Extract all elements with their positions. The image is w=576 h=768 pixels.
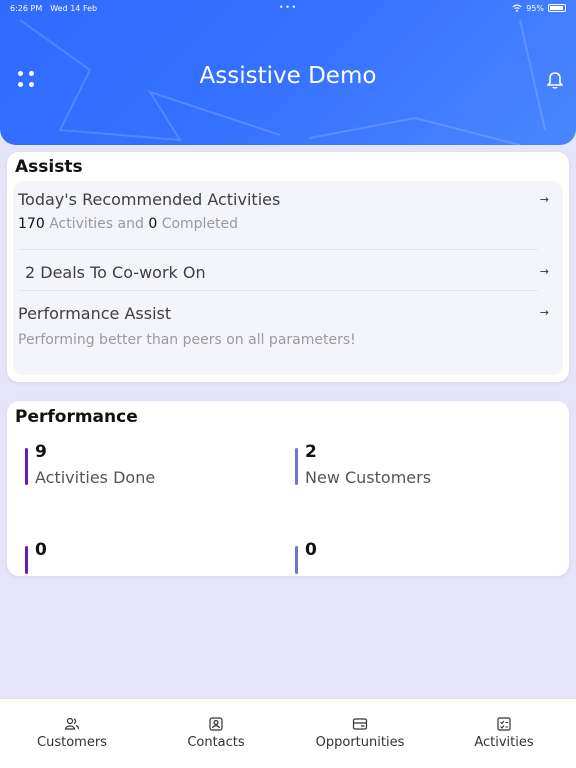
metric-indicator [25, 448, 28, 485]
performance-assist-title: Performance Assist [18, 304, 172, 323]
recommended-activities-row[interactable]: Today's Recommended Activities → 170 Act… [13, 181, 563, 241]
completed-text: Completed [161, 216, 239, 232]
assists-panel: Today's Recommended Activities → 170 Act… [13, 181, 563, 375]
tab-label: Opportunities [315, 735, 405, 750]
recommended-activities-title: Today's Recommended Activities [18, 190, 281, 209]
page-title: Assistive Demo [199, 63, 377, 89]
bottom-tab-bar: Customers Contacts Opportunities Activit… [0, 698, 576, 768]
performance-assist-row[interactable]: Performance Assist → Performing better t… [13, 294, 563, 364]
opportunities-icon [352, 718, 368, 730]
multitasking-dots-icon[interactable]: ••• [279, 3, 298, 13]
tab-opportunities[interactable]: Opportunities [288, 699, 432, 768]
tab-activities[interactable]: Activities [432, 699, 576, 768]
tab-customers[interactable]: Customers [0, 699, 144, 768]
bell-icon[interactable] [547, 71, 563, 89]
assists-card: Assists Today's Recommended Activities →… [7, 152, 569, 382]
performance-title: Performance [15, 407, 138, 427]
app-header: Assistive Demo [0, 0, 576, 145]
status-time: 6:26 PM [10, 3, 43, 13]
contacts-icon [209, 717, 223, 731]
battery-icon [548, 4, 566, 12]
divider [18, 249, 538, 250]
tab-label: Activities [474, 735, 534, 750]
metric-indicator [25, 546, 28, 574]
metric-value: 0 [35, 540, 47, 560]
activities-text: Activities and [49, 216, 144, 232]
status-date: Wed 14 Feb [50, 3, 98, 13]
assists-title: Assists [15, 157, 83, 177]
cowork-deals-row[interactable]: 2 Deals To Co-work On → [13, 253, 563, 291]
arrow-right-icon[interactable]: → [540, 265, 549, 278]
tab-label: Customers [37, 735, 107, 750]
metric-value: 0 [305, 540, 317, 560]
divider [18, 290, 538, 291]
arrow-right-icon[interactable]: → [540, 306, 549, 319]
metric-activities-done[interactable]: 9 Activities Done [25, 442, 225, 504]
metric-indicator [295, 448, 298, 485]
metric-value: 9 [35, 442, 47, 462]
battery-percentage: 95% [526, 3, 544, 13]
wifi-icon [512, 4, 522, 12]
metric-indicator [295, 546, 298, 574]
metric-label: New Customers [305, 468, 432, 487]
metric-new-customers[interactable]: 2 New Customers [295, 442, 495, 504]
performance-assist-subtitle: Performing better than peers on all para… [18, 332, 356, 348]
metric-third[interactable]: 0 [25, 540, 225, 574]
status-bar: 6:26 PM Wed 14 Feb ••• 95% [0, 0, 576, 16]
activities-count: 170 [18, 216, 45, 232]
activities-summary: 170 Activities and 0 Completed [18, 216, 238, 232]
tab-contacts[interactable]: Contacts [144, 699, 288, 768]
performance-card: Performance 9 Activities Done 2 New Cust… [7, 401, 569, 576]
tab-label: Contacts [187, 735, 245, 750]
metric-label: Activities Done [35, 468, 156, 487]
customers-icon [64, 717, 80, 730]
cowork-deals-title: 2 Deals To Co-work On [25, 263, 206, 282]
metric-value: 2 [305, 442, 317, 462]
arrow-right-icon[interactable]: → [540, 193, 549, 206]
activities-icon [497, 717, 511, 731]
completed-count: 0 [148, 216, 158, 232]
metric-fourth[interactable]: 0 [295, 540, 495, 574]
